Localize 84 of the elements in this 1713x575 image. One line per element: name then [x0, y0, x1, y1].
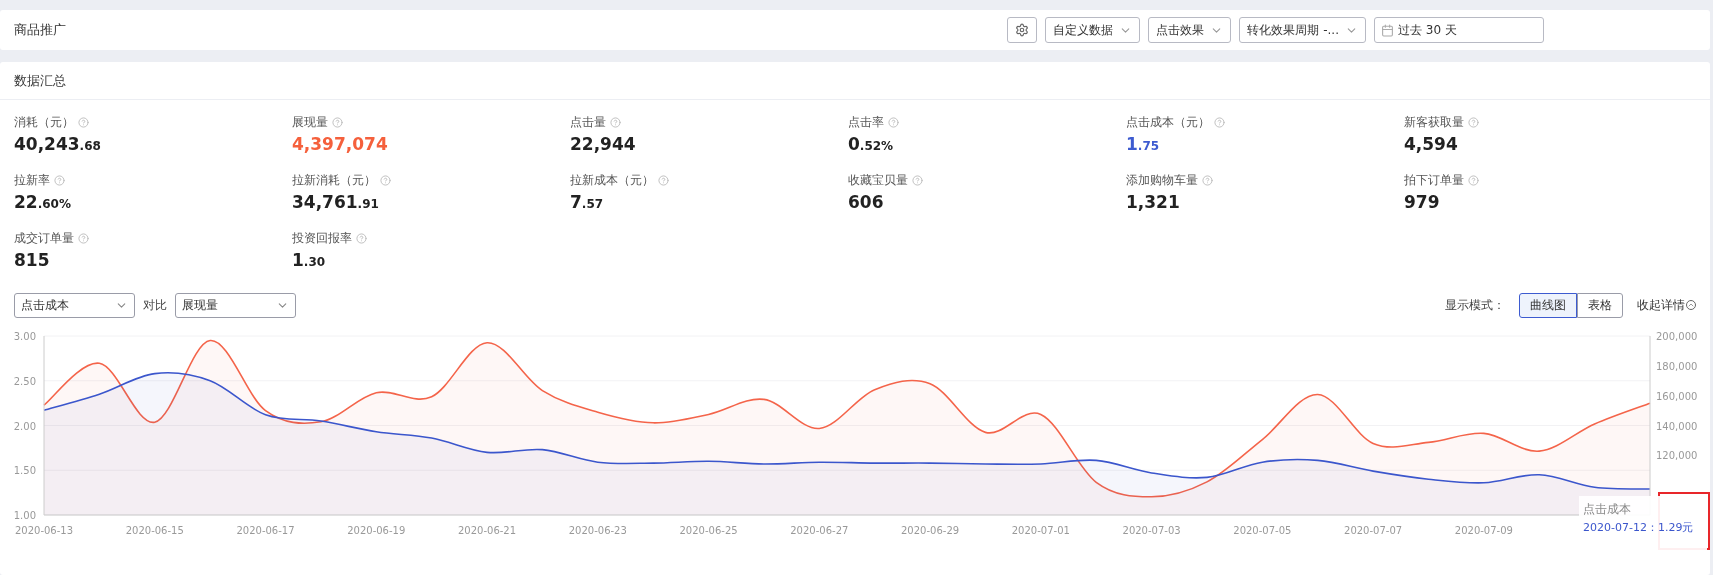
axis-label: 180,000 — [1656, 360, 1698, 372]
metric-value: 4,397,074 — [292, 134, 389, 154]
help-icon — [912, 175, 923, 186]
axis-label: 2020-07-07 — [1344, 525, 1403, 536]
axis-label: 1.50 — [13, 465, 36, 477]
metric-label: 拍下订单量 — [1404, 172, 1464, 189]
axis-label: 2020-06-29 — [901, 525, 960, 536]
axis-label: 2020-06-15 — [125, 525, 184, 536]
section-title: 数据汇总 — [14, 71, 66, 90]
axis-label: 2020-06-27 — [790, 525, 849, 536]
metric-value: 7.57 — [570, 192, 605, 212]
axis-label: 200,000 — [1656, 331, 1698, 342]
metric-label: 点击量 — [570, 114, 606, 131]
metric-value: 1.30 — [292, 250, 327, 270]
help-icon — [888, 117, 899, 128]
page-title: 商品推广 — [14, 21, 66, 39]
tooltip-value: 2020-07-12：1.29元 — [1583, 520, 1694, 535]
axis-label: 2020-06-17 — [236, 525, 295, 536]
metric-label: 添加购物车量 — [1126, 172, 1198, 189]
axis-label: 2020-07-05 — [1233, 525, 1292, 536]
metric-value: 979 — [1404, 192, 1441, 212]
help-icon — [1468, 117, 1479, 128]
axis-label: 2.50 — [13, 375, 36, 387]
metric-label: 消耗（元） — [14, 114, 74, 131]
help-icon — [332, 117, 343, 128]
metric-label: 点击率 — [848, 114, 884, 131]
mode-tab[interactable]: 表格 — [1577, 292, 1623, 318]
metric-value: 4,594 — [1404, 134, 1459, 154]
axis-label: 160,000 — [1656, 390, 1698, 402]
tooltip-title: 点击成本 — [1583, 502, 1631, 517]
calendar-icon — [1381, 23, 1394, 37]
compare-select[interactable]: 展现量 — [175, 292, 296, 318]
help-icon — [610, 117, 621, 128]
metric-label: 拉新成本（元） — [570, 172, 654, 189]
metric-value: 1,321 — [1126, 192, 1181, 212]
metric-label: 收藏宝贝量 — [848, 172, 908, 189]
metric-value: 1.75 — [1126, 134, 1161, 154]
help-icon — [78, 233, 89, 244]
axis-label: 140,000 — [1656, 420, 1698, 432]
help-icon — [356, 233, 367, 244]
metric-label: 成交订单量 — [14, 230, 74, 247]
metric-label: 拉新消耗（元） — [292, 172, 376, 189]
dropdown[interactable]: 转化效果周期 -... — [1239, 17, 1366, 43]
axis-label: 2.00 — [13, 420, 36, 432]
mode-label: 显示模式： — [1445, 296, 1505, 314]
help-icon — [78, 117, 89, 128]
collapse-link[interactable]: 收起详情 — [1637, 296, 1696, 314]
metric-label: 投资回报率 — [292, 230, 352, 247]
axis-label: 3.00 — [13, 331, 36, 342]
axis-label: 2020-07-01 — [1011, 525, 1070, 536]
axis-label: 120,000 — [1656, 450, 1698, 462]
metric-value: 0.52% — [848, 134, 895, 154]
help-icon — [1202, 175, 1213, 186]
dropdown[interactable]: 自定义数据 — [1045, 17, 1141, 43]
axis-label: 2020-07-09 — [1454, 525, 1513, 536]
axis-label: 2020-06-25 — [679, 525, 738, 536]
axis-label: 2020-06-21 — [457, 525, 517, 536]
metric-value: 22.60% — [14, 192, 72, 212]
axis-label: 2020-06-13 — [14, 525, 74, 536]
settings-button[interactable] — [1007, 17, 1038, 43]
metric-value: 22,944 — [570, 134, 637, 154]
metric-value: 815 — [14, 250, 51, 270]
axis-label: 2020-06-19 — [347, 525, 406, 536]
help-icon — [54, 175, 65, 186]
help-icon — [1214, 117, 1225, 128]
metric-label: 新客获取量 — [1404, 114, 1464, 131]
help-icon — [380, 175, 391, 186]
metric-select[interactable]: 点击成本 — [14, 292, 135, 318]
mode-tab[interactable]: 曲线图 — [1519, 292, 1577, 318]
metric-label: 拉新率 — [14, 172, 50, 189]
metric-label: 展现量 — [292, 114, 328, 131]
metric-value: 606 — [848, 192, 885, 212]
help-icon — [658, 175, 669, 186]
metric-value: 34,761.91 — [292, 192, 380, 212]
axis-label: 2020-06-23 — [568, 525, 627, 536]
axis-label: 1.00 — [13, 510, 36, 521]
help-icon — [1468, 175, 1479, 186]
metric-label: 点击成本（元） — [1126, 114, 1210, 131]
compare-label: 对比 — [143, 296, 167, 314]
settings-icon — [1015, 23, 1030, 37]
dropdown[interactable]: 点击效果 — [1148, 17, 1232, 43]
date-field[interactable]: 过去 30 天 — [1374, 17, 1544, 43]
axis-label: 2020-07-03 — [1122, 525, 1181, 536]
metric-value: 40,243.68 — [14, 134, 102, 154]
